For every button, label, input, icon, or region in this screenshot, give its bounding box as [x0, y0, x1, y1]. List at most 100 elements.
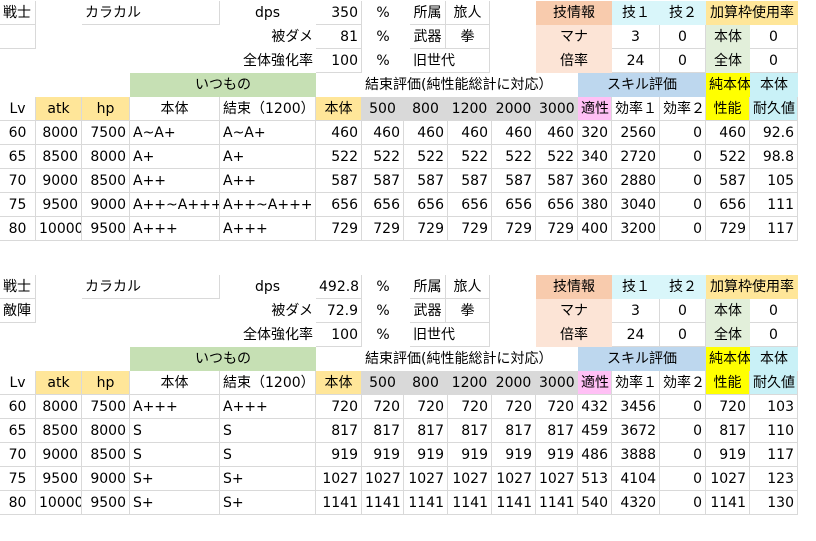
table-cell[interactable]: 432: [578, 395, 612, 419]
damage-taken-label-cell[interactable]: 被ダメ: [230, 25, 316, 49]
weapon-label-cell[interactable]: 武器: [410, 299, 446, 323]
column-header-fit[interactable]: 適性: [578, 97, 612, 121]
table-cell[interactable]: 0: [660, 491, 706, 515]
table-cell[interactable]: A++~A+++: [130, 193, 220, 217]
column-header-eff2[interactable]: 効率２: [660, 371, 706, 395]
table-cell[interactable]: 1141: [404, 491, 448, 515]
table-cell[interactable]: 522: [492, 145, 536, 169]
table-cell[interactable]: 7500: [82, 121, 130, 145]
damage-taken-value-cell[interactable]: 81: [316, 25, 362, 49]
main-body-value-cell[interactable]: 0: [750, 299, 798, 323]
table-cell[interactable]: 720: [362, 395, 404, 419]
table-cell[interactable]: 9500: [82, 217, 130, 241]
mana-skill1-cell[interactable]: 3: [612, 25, 660, 49]
generation-cell[interactable]: 旧世代: [410, 323, 490, 347]
skill1-header[interactable]: 技１: [612, 275, 660, 299]
table-cell[interactable]: 656: [362, 193, 404, 217]
table-cell[interactable]: A++~A+++: [220, 193, 316, 217]
table-cell[interactable]: 1141: [448, 491, 492, 515]
table-cell[interactable]: 3888: [612, 443, 660, 467]
table-cell[interactable]: 587: [536, 169, 578, 193]
table-cell[interactable]: A~A+: [220, 121, 316, 145]
table-cell[interactable]: A++: [220, 169, 316, 193]
skill2-header[interactable]: 技２: [660, 275, 706, 299]
table-cell[interactable]: 9000: [36, 443, 82, 467]
column-header-dur[interactable]: 耐久値: [750, 97, 798, 121]
dps-label-cell[interactable]: dps: [252, 1, 316, 25]
table-cell[interactable]: 1141: [362, 491, 404, 515]
table-cell[interactable]: 111: [750, 193, 798, 217]
column-header-dur[interactable]: 耐久値: [750, 371, 798, 395]
table-cell[interactable]: 4320: [612, 491, 660, 515]
table-cell[interactable]: S: [130, 419, 220, 443]
boost-rate-value-cell[interactable]: 100: [316, 49, 362, 73]
table-cell[interactable]: A+++: [220, 217, 316, 241]
multiplier-skill1-cell[interactable]: 24: [612, 49, 660, 73]
table-cell[interactable]: 1027: [492, 467, 536, 491]
table-cell[interactable]: 8000: [36, 395, 82, 419]
body-header[interactable]: 本体: [750, 73, 798, 97]
column-header-eff1[interactable]: 効率１: [612, 371, 660, 395]
table-cell[interactable]: 817: [536, 419, 578, 443]
percent-cell[interactable]: %: [362, 323, 404, 347]
table-cell[interactable]: A+: [130, 145, 220, 169]
table-cell[interactable]: 2880: [612, 169, 660, 193]
mana-skill1-cell[interactable]: 3: [612, 299, 660, 323]
column-header-b3000[interactable]: 3000: [536, 371, 578, 395]
multiplier-skill2-cell[interactable]: 0: [660, 49, 706, 73]
affiliation-value-cell[interactable]: 旅人: [446, 275, 490, 299]
table-cell[interactable]: A+++: [130, 217, 220, 241]
add-rate-header[interactable]: 加算枠使用率: [706, 1, 798, 25]
affiliation-label-cell[interactable]: 所属: [410, 275, 446, 299]
table-cell[interactable]: 80: [0, 217, 36, 241]
table-cell[interactable]: 65: [0, 419, 36, 443]
table-cell[interactable]: 729: [536, 217, 578, 241]
damage-taken-value-cell[interactable]: 72.9: [316, 299, 362, 323]
table-cell[interactable]: 1027: [316, 467, 362, 491]
table-cell[interactable]: 919: [362, 443, 404, 467]
table-cell[interactable]: S+: [130, 491, 220, 515]
main-body-label-cell[interactable]: 本体: [706, 25, 750, 49]
table-cell[interactable]: 459: [578, 419, 612, 443]
mana-skill2-cell[interactable]: 0: [660, 25, 706, 49]
table-cell[interactable]: 3672: [612, 419, 660, 443]
table-cell[interactable]: 60: [0, 121, 36, 145]
table-cell[interactable]: 7500: [82, 395, 130, 419]
column-header-b800[interactable]: 800: [404, 371, 448, 395]
table-cell[interactable]: 8500: [36, 419, 82, 443]
generation-cell[interactable]: 旧世代: [410, 49, 490, 73]
table-cell[interactable]: 522: [404, 145, 448, 169]
table-cell[interactable]: 919: [404, 443, 448, 467]
table-cell[interactable]: 380: [578, 193, 612, 217]
table-cell[interactable]: 2720: [612, 145, 660, 169]
table-cell[interactable]: 729: [404, 217, 448, 241]
main-body-label-cell[interactable]: 本体: [706, 299, 750, 323]
table-cell[interactable]: 0: [660, 169, 706, 193]
table-cell[interactable]: 817: [316, 419, 362, 443]
table-cell[interactable]: 0: [660, 443, 706, 467]
table-cell[interactable]: 80: [0, 491, 36, 515]
table-cell[interactable]: 0: [660, 193, 706, 217]
table-cell[interactable]: 460: [404, 121, 448, 145]
table-cell[interactable]: A+++: [220, 395, 316, 419]
table-cell[interactable]: 460: [448, 121, 492, 145]
table-cell[interactable]: 720: [492, 395, 536, 419]
column-header-b2000[interactable]: 2000: [492, 97, 536, 121]
table-cell[interactable]: S: [130, 443, 220, 467]
table-cell[interactable]: 3200: [612, 217, 660, 241]
table-cell[interactable]: 105: [750, 169, 798, 193]
table-cell[interactable]: 9500: [36, 467, 82, 491]
column-header-atk[interactable]: atk: [36, 371, 82, 395]
column-header-b3000[interactable]: 3000: [536, 97, 578, 121]
table-cell[interactable]: 522: [448, 145, 492, 169]
add-rate-header[interactable]: 加算枠使用率: [706, 275, 798, 299]
table-cell[interactable]: 3040: [612, 193, 660, 217]
column-header-perf[interactable]: 性能: [706, 97, 750, 121]
table-cell[interactable]: 70: [0, 443, 36, 467]
table-cell[interactable]: 460: [492, 121, 536, 145]
skill-eval-header[interactable]: スキル評価: [578, 347, 706, 371]
table-cell[interactable]: 540: [578, 491, 612, 515]
class-label-cell[interactable]: 戦士: [0, 1, 36, 25]
table-cell[interactable]: 92.6: [750, 121, 798, 145]
all-value-cell[interactable]: 0: [750, 323, 798, 347]
